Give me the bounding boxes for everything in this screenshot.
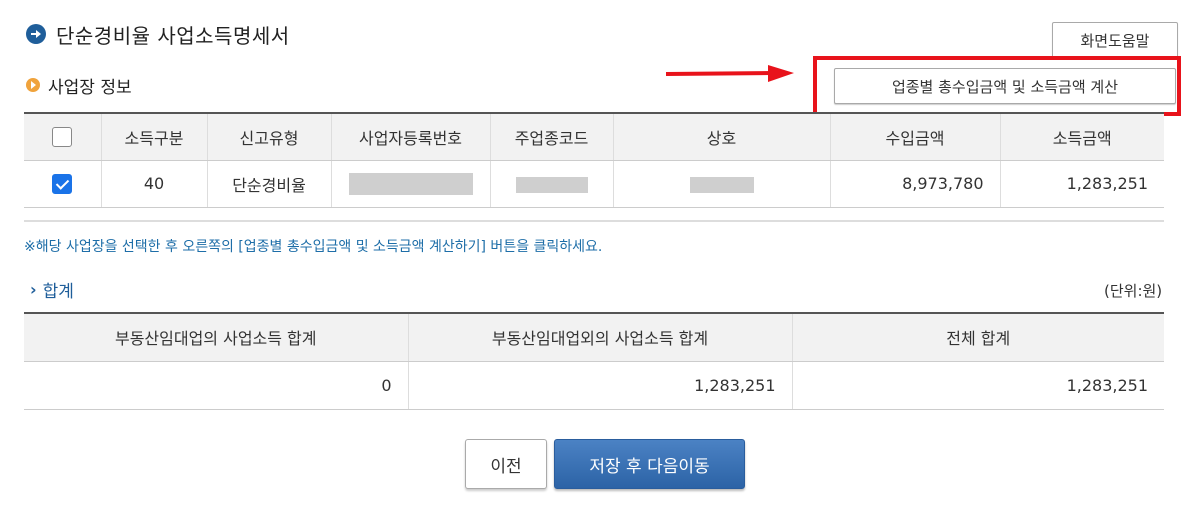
col-revenue: 수입금액 (829, 113, 1000, 161)
prev-button[interactable]: 이전 (465, 439, 547, 489)
instruction-note: ※해당 사업장을 선택한 후 오른쪽의 [업종별 총수입금액 및 소득금액 계산… (24, 239, 603, 255)
redacted-block (515, 176, 588, 193)
select-all-cell[interactable] (24, 113, 101, 161)
cell-income-type: 40 (100, 160, 207, 208)
business-table: 소득구분 신고유형 사업자등록번호 주업종코드 상호 수입금액 소득금액 40 … (24, 112, 1164, 208)
red-arrow-icon (665, 65, 794, 82)
col-realestate-sum: 부동산임대업의 사업소득 합계 (24, 313, 408, 362)
row-checkbox[interactable] (52, 173, 73, 194)
redacted-block (348, 172, 473, 195)
save-next-button[interactable]: 저장 후 다음이동 (554, 439, 745, 489)
help-button[interactable]: 화면도움말 (1052, 22, 1178, 58)
select-all-checkbox[interactable] (52, 127, 73, 147)
cell-income: 1,283,251 (999, 160, 1164, 208)
divider (24, 220, 1164, 222)
section-title: 사업장 정보 (48, 77, 132, 98)
col-non-realestate-sum: 부동산임대업외의 사업소득 합계 (407, 313, 792, 362)
cell-non-realestate-sum: 1,283,251 (407, 361, 792, 410)
summary-header-row: 부동산임대업의 사업소득 합계 부동산임대업외의 사업소득 합계 전체 합계 (24, 313, 1164, 362)
table-header-row: 소득구분 신고유형 사업자등록번호 주업종코드 상호 수입금액 소득금액 (24, 113, 1164, 161)
redacted-block (689, 176, 754, 193)
cell-report-type: 단순경비율 (206, 160, 331, 208)
col-total: 전체 합계 (791, 313, 1164, 362)
col-business-number: 사업자등록번호 (330, 113, 490, 161)
cell-revenue: 8,973,780 (829, 160, 1000, 208)
section-bullet-icon (26, 78, 40, 92)
chevron-right-icon: › (30, 279, 37, 299)
col-income: 소득금액 (999, 113, 1164, 161)
summary-table: 부동산임대업의 사업소득 합계 부동산임대업외의 사업소득 합계 전체 합계 0… (24, 312, 1164, 410)
page-title-row: 단순경비율 사업소득명세서 (26, 20, 290, 48)
cell-company-name (612, 160, 830, 208)
col-report-type: 신고유형 (206, 113, 331, 161)
col-industry-code: 주업종코드 (489, 113, 613, 161)
cell-industry-code (489, 160, 613, 208)
row-checkbox-cell[interactable] (24, 160, 101, 208)
col-company-name: 상호 (612, 113, 830, 161)
arrow-circle-icon (26, 24, 46, 44)
col-income-type: 소득구분 (100, 113, 207, 161)
unit-label: (단위:원) (1104, 282, 1163, 300)
calc-income-button[interactable]: 업종별 총수입금액 및 소득금액 계산 (834, 68, 1176, 104)
table-row: 0 1,283,251 1,283,251 (24, 361, 1164, 410)
cell-business-number (330, 160, 490, 208)
page-title: 단순경비율 사업소득명세서 (56, 23, 290, 48)
cell-realestate-sum: 0 (24, 361, 408, 410)
summary-title: 합계 (42, 281, 74, 302)
cell-total: 1,283,251 (791, 361, 1164, 410)
summary-header: › 합계 (30, 278, 74, 302)
section-header: 사업장 정보 (26, 74, 132, 98)
table-row[interactable]: 40 단순경비율 8,973,780 1,283,251 (24, 160, 1164, 208)
